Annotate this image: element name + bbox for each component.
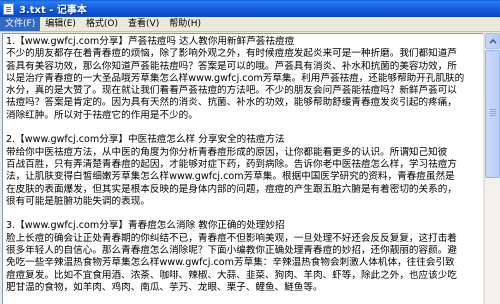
text-editor[interactable]: 1.【www.gwfcj.com分享】芦荟祛痘吗 达人教你用新鲜芦荟祛痘痘 不少… bbox=[2, 33, 483, 304]
scroll-up-button[interactable] bbox=[485, 33, 500, 49]
notepad-icon[interactable] bbox=[3, 2, 14, 15]
text-line: 祛痘吗？答案是肯定的。因为具有天然的消炎、抗菌、补水的功效，能够帮助舒缓青春痘发… bbox=[6, 97, 457, 109]
text-line: 肥甘温的食物，如羊肉、鸡肉、南瓜、芋艿、龙眼、栗子、鲤鱼、鲢鱼等。 bbox=[6, 281, 323, 293]
text-line: 2.【www.gwfcj.com分享】中医祛痘怎么样 分享安全的祛痘方法 bbox=[6, 134, 285, 146]
window-title: 3.txt - 记事本 bbox=[19, 5, 87, 16]
title-bar[interactable]: 3.txt - 记事本 bbox=[0, 0, 500, 17]
arrow-up-icon bbox=[489, 38, 497, 44]
menu-help[interactable]: 帮助(H) bbox=[164, 17, 206, 31]
menu-file[interactable]: 文件(F) bbox=[0, 17, 41, 31]
text-line: 脸上长痘的确会让正处青春期的你纠结不已，青春痘不但影响美观，一旦处理不好还会反反… bbox=[6, 232, 457, 244]
menu-edit[interactable]: 编辑(E) bbox=[40, 17, 81, 31]
text-line: 水分，真的是大赞了。现在就让我们看看芦荟祛痘的方法吧。不少的朋友会问芦荟能祛痘吗… bbox=[6, 85, 457, 97]
text-line: 很多年轻人的自信心。那么青春痘怎么消除呢？下面小编教你正确处理青春痘的妙招，还你… bbox=[6, 245, 457, 257]
text-line: 1.【www.gwfcj.com分享】芦荟祛痘吗 达人教你用新鲜芦荟祛痘痘 bbox=[6, 36, 295, 47]
text-line: 百战百胜，只有弄清楚青春痘的起因，才能够对症下药，药到病除。告诉你老中医祛痘怎么… bbox=[6, 158, 457, 170]
text-line: 痘痘复发。比如不宜食用酒、浓茶、咖啡、辣椒、大蒜、韭菜、狗肉、羊肉、虾等，除此之… bbox=[6, 269, 457, 281]
notepad-window: 3.txt - 记事本 文件(F) 编辑(E) 格式(O) 查看(V) 帮助(H… bbox=[0, 0, 500, 304]
vertical-scrollbar[interactable] bbox=[484, 33, 500, 304]
text-line: 很有可能是脏腑功能失调的表现。 bbox=[6, 195, 150, 207]
text-line: 带给你中医祛痘方法，从中医的角度为你分析青春痘形成的原因，让你都能看更多的认识。… bbox=[6, 146, 448, 158]
text-line: 消除红肿。所以对于祛痘它的作用是不少的。 bbox=[6, 109, 198, 121]
text-line: 法，让肌肤变得白皙细嫩芳草集怎么样www.gwfcj.com芳草集。根据中国医学… bbox=[6, 171, 455, 183]
menu-bar: 文件(F) 编辑(E) 格式(O) 查看(V) 帮助(H) bbox=[0, 17, 500, 32]
document-text[interactable]: 1.【www.gwfcj.com分享】芦荟祛痘吗 达人教你用新鲜芦荟祛痘痘 不少… bbox=[6, 36, 480, 294]
text-line: 在皮肤的表面爆发，但其实是根本反映的是身体内部的问题，痘痘的产生跟五脏六腑是有着… bbox=[6, 183, 457, 195]
menu-view[interactable]: 查看(V) bbox=[123, 17, 164, 31]
text-line: 荟具有美容功效，那么你知道芦荟能祛痘吗？答案是可以的哦。芦荟具有消炎、补水和抗菌… bbox=[6, 60, 457, 72]
grip-icon bbox=[490, 109, 496, 110]
text-line: 3.【www.gwfcj.com分享】青春痘怎么消除 教你正确的处理妙招 bbox=[6, 220, 285, 232]
text-line: 以是治疗青春痘的一大圣品哦芳草集怎么样www.gwfcj.com芳草集。利用芦荟… bbox=[6, 72, 465, 84]
menu-format[interactable]: 格式(O) bbox=[81, 17, 123, 31]
text-line: 不少的朋友都存在着青春痘的烦恼，除了影响外观之外，有时候痘痘发起炎来可是一种折磨… bbox=[6, 48, 457, 60]
text-line: 免吃一些辛辣温热食物芳草集怎么样www.gwfcj.com芳草集：辛辣温热食物会… bbox=[6, 257, 455, 269]
scroll-thumb[interactable] bbox=[485, 50, 500, 178]
